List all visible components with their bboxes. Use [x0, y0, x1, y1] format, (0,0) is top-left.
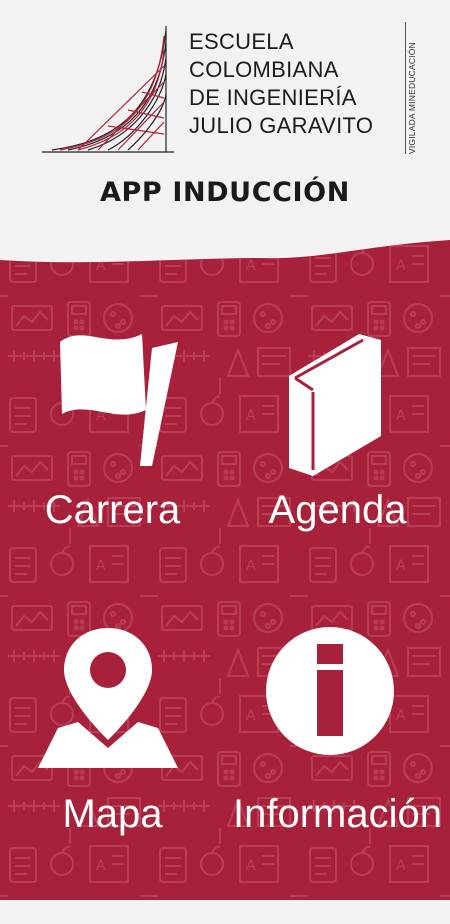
menu-label-agenda: Agenda — [268, 488, 407, 532]
app-title: APP INDUCCIÓN — [100, 177, 350, 208]
menu-item-informacion[interactable]: Información — [225, 624, 450, 924]
institution-line-3: de Ingeniería — [189, 85, 357, 110]
flag-icon — [60, 334, 178, 466]
institution-name: Escuela Colombiana de Ingeniería Julio G… — [189, 28, 404, 140]
map-pin-icon — [38, 628, 178, 768]
book-icon — [289, 334, 381, 476]
vigilada-label: VIGILADA MINEDUCACIÓN — [407, 42, 417, 154]
menu-label-informacion: Información — [233, 792, 442, 836]
menu-item-mapa[interactable]: Mapa — [0, 624, 225, 924]
menu-item-carrera[interactable]: Carrera — [0, 326, 225, 626]
institution-line-1: Escuela — [189, 29, 294, 54]
institution-line-2: Colombiana — [189, 57, 339, 82]
menu-label-mapa: Mapa — [62, 792, 163, 836]
menu-item-agenda[interactable]: Agenda — [225, 326, 450, 626]
menu-panel: A — [0, 236, 450, 900]
menu-label-carrera: Carrera — [44, 488, 181, 532]
header: Escuela Colombiana de Ingeniería Julio G… — [0, 0, 450, 270]
info-icon — [266, 627, 394, 755]
institution-logo-graphic — [42, 26, 174, 153]
institution-line-4: Julio Garavito — [189, 113, 374, 138]
